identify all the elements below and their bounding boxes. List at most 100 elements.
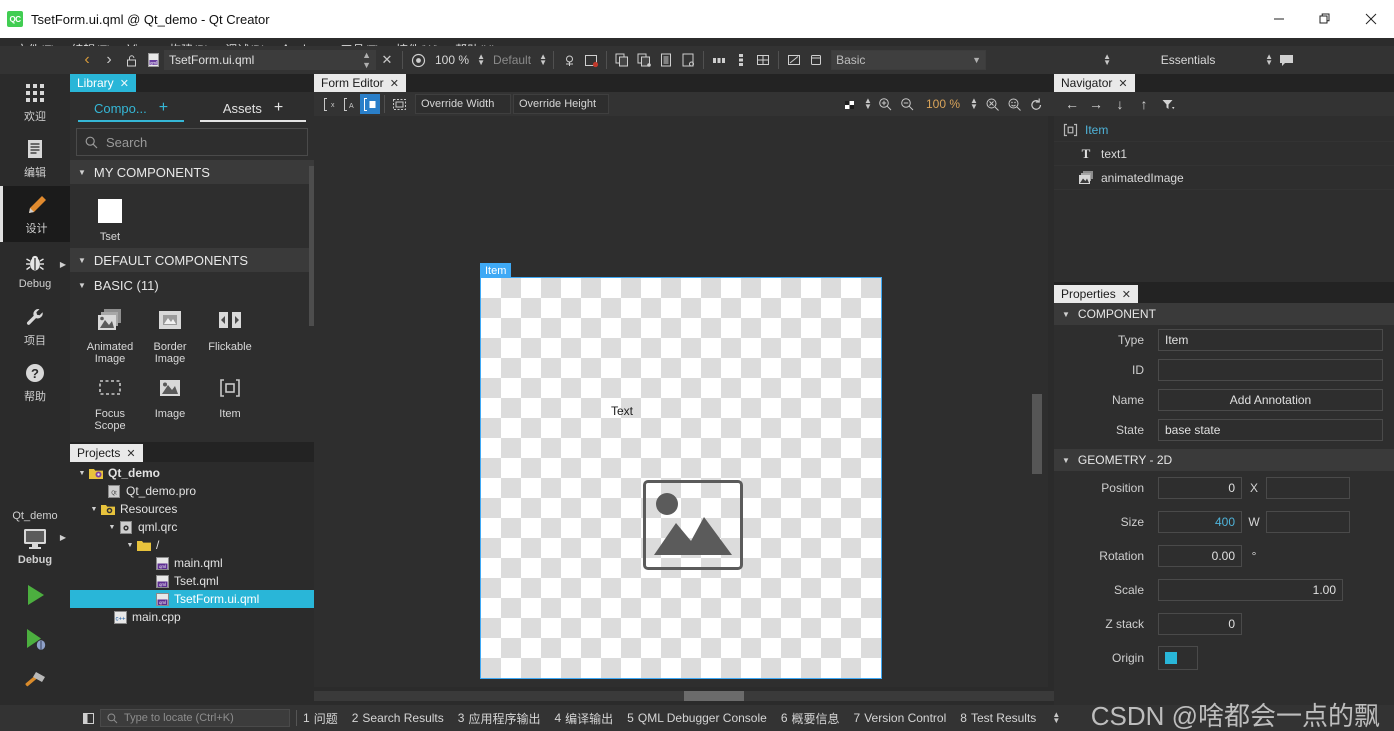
select-only-icon[interactable] — [389, 94, 409, 114]
grid-layout-icon[interactable] — [752, 49, 774, 71]
tab-library[interactable]: Library ✕ — [70, 74, 136, 92]
zoom-reset-icon[interactable] — [982, 94, 1002, 114]
style-spinner[interactable]: ▲ ▼ — [537, 50, 549, 70]
snap-anchors-icon[interactable]: A — [340, 94, 360, 114]
mode-edit[interactable]: 编辑 — [0, 130, 70, 186]
prop-input-zstack[interactable]: 0 — [1158, 613, 1242, 635]
navigate-forward-icon[interactable]: › — [98, 49, 120, 71]
component-animated-image[interactable]: Animated Image — [80, 304, 140, 365]
locator-input[interactable]: Type to locate (Ctrl+K) — [100, 709, 290, 727]
override-height-input[interactable]: Override Height — [513, 94, 609, 114]
run-button[interactable] — [0, 573, 70, 617]
arrow-right-icon[interactable]: → — [1086, 94, 1106, 114]
override-width-input[interactable]: Override Width — [415, 94, 511, 114]
arrow-left-icon[interactable]: ← — [1062, 94, 1082, 114]
kit-chevron-right-icon[interactable]: ▶ — [60, 533, 66, 542]
component-item[interactable]: Item — [200, 371, 260, 432]
subtab-components[interactable]: Compo... + — [70, 92, 192, 124]
status-pane-8[interactable]: 8 Test Results — [960, 711, 1036, 725]
tab-navigator[interactable]: Navigator ✕ — [1054, 74, 1135, 92]
zoom-fit-icon[interactable] — [1004, 94, 1024, 114]
prop-input-state[interactable]: base state — [1158, 419, 1383, 441]
navigator-row-animated-image[interactable]: animatedImage — [1054, 166, 1394, 190]
chevron-right-icon[interactable]: ▶ — [60, 260, 66, 269]
settings-icon[interactable] — [677, 49, 699, 71]
add-asset-icon[interactable]: + — [274, 99, 283, 117]
search-input[interactable]: Search — [76, 128, 308, 156]
tree-row-tset-qml[interactable]: qml Tset.qml — [70, 572, 314, 590]
arrow-down-icon[interactable]: ↓ — [1110, 94, 1130, 114]
row-layout-icon[interactable] — [708, 49, 730, 71]
mode-help[interactable]: ? 帮助 — [0, 354, 70, 410]
tree-row-qml-qrc[interactable]: ▼ qml.qrc — [70, 518, 314, 536]
paste-formats-icon[interactable] — [633, 49, 655, 71]
annotation-icon[interactable] — [558, 49, 580, 71]
component-tset[interactable]: Tset — [80, 194, 140, 243]
tree-row-tsetform-ui-qml[interactable]: qml TsetForm.ui.qml — [70, 590, 314, 608]
canvas-text-item[interactable]: Text — [611, 404, 633, 418]
status-pane-5[interactable]: 5 QML Debugger Console — [627, 711, 767, 725]
navigator-row-text1[interactable]: T text1 — [1054, 142, 1394, 166]
canvas-root-item[interactable]: Text — [480, 277, 882, 679]
unlock-icon[interactable] — [120, 49, 142, 71]
copy-formats-icon[interactable] — [611, 49, 633, 71]
section-default-components[interactable]: ▼ DEFAULT COMPONENTS — [70, 248, 314, 272]
form-editor-canvas[interactable]: Item Text — [314, 116, 1048, 687]
zoom-spinner[interactable]: ▲ ▼ — [475, 50, 487, 70]
kit-selector[interactable]: Qt_demo Debug ▶ — [0, 503, 70, 573]
canvas-root-label[interactable]: Item — [480, 263, 512, 278]
workspace-spinner-2[interactable]: ▲ ▼ — [1263, 50, 1275, 70]
zoom-out-icon[interactable] — [898, 94, 918, 114]
status-pane-3[interactable]: 3 应用程序输出 — [458, 710, 541, 727]
mode-projects[interactable]: 项目 — [0, 298, 70, 354]
expander-icon[interactable]: ▼ — [124, 542, 136, 549]
minimize-button[interactable] — [1256, 0, 1302, 38]
component-flickable[interactable]: Flickable — [200, 304, 260, 365]
section-my-components[interactable]: ▼ MY COMPONENTS — [70, 160, 314, 184]
prop-input-type[interactable]: Item — [1158, 329, 1383, 351]
prop-input-position-y[interactable] — [1266, 477, 1350, 499]
prop-origin-picker[interactable] — [1158, 646, 1198, 670]
expander-icon[interactable]: ▼ — [88, 506, 100, 513]
close-button[interactable] — [1348, 0, 1394, 38]
image-placeholder-icon[interactable] — [643, 480, 743, 570]
prop-input-size-h[interactable] — [1266, 511, 1350, 533]
prop-input-size-w[interactable]: 400 — [1158, 511, 1242, 533]
filter-icon[interactable] — [1158, 94, 1178, 114]
stack-icon[interactable] — [805, 49, 827, 71]
close-icon[interactable]: ✕ — [126, 447, 135, 460]
arrow-up-icon[interactable]: ↑ — [1134, 94, 1154, 114]
add-annotation-button[interactable]: Add Annotation — [1158, 389, 1383, 411]
prop-input-id[interactable] — [1158, 359, 1383, 381]
status-pane-spinner[interactable]: ▲ ▼ — [1050, 708, 1062, 728]
prop-input-position-x[interactable]: 0 — [1158, 477, 1242, 499]
navigator-row-item[interactable]: Item — [1054, 118, 1394, 142]
background-spinner[interactable]: ▲ ▼ — [862, 94, 874, 114]
tree-row-qt-demo-pro[interactable]: Qt Qt_demo.pro — [70, 482, 314, 500]
subtab-assets[interactable]: Assets + — [192, 92, 314, 124]
form-zoom-spinner[interactable]: ▲ ▼ — [968, 94, 980, 114]
mode-debug[interactable]: Debug ▶ — [0, 242, 70, 298]
component-border-image[interactable]: Border Image — [140, 304, 200, 365]
canvas-horizontal-scrollbar[interactable] — [314, 691, 1054, 701]
open-document-combo[interactable]: TsetForm.ui.qml ▲ ▼ — [164, 50, 376, 70]
section-basic[interactable]: ▼ BASIC (11) — [70, 272, 314, 298]
status-pane-2[interactable]: 2 Search Results — [352, 711, 444, 725]
component-image[interactable]: Image — [140, 371, 200, 432]
edit-icon[interactable] — [783, 49, 805, 71]
canvas-horizontal-scroll-thumb[interactable] — [684, 691, 744, 701]
tab-properties[interactable]: Properties ✕ — [1054, 285, 1138, 303]
snap-items-icon[interactable] — [360, 94, 380, 114]
expander-icon[interactable]: ▼ — [106, 524, 118, 531]
zoom-in-icon[interactable] — [876, 94, 896, 114]
close-document-icon[interactable]: ✕ — [376, 49, 398, 71]
tab-form-editor[interactable]: Form Editor ✕ — [314, 74, 406, 92]
tree-row-main-cpp[interactable]: c++ main.cpp — [70, 608, 314, 626]
add-component-icon[interactable]: + — [159, 99, 168, 117]
background-color-icon[interactable] — [840, 94, 860, 114]
maximize-button[interactable] — [1302, 0, 1348, 38]
status-pane-1[interactable]: 1 问题 — [303, 710, 338, 727]
status-pane-6[interactable]: 6 概要信息 — [781, 710, 840, 727]
style-combo[interactable]: Basic ▼ — [831, 50, 987, 70]
component-focus-scope[interactable]: Focus Scope — [80, 371, 140, 432]
